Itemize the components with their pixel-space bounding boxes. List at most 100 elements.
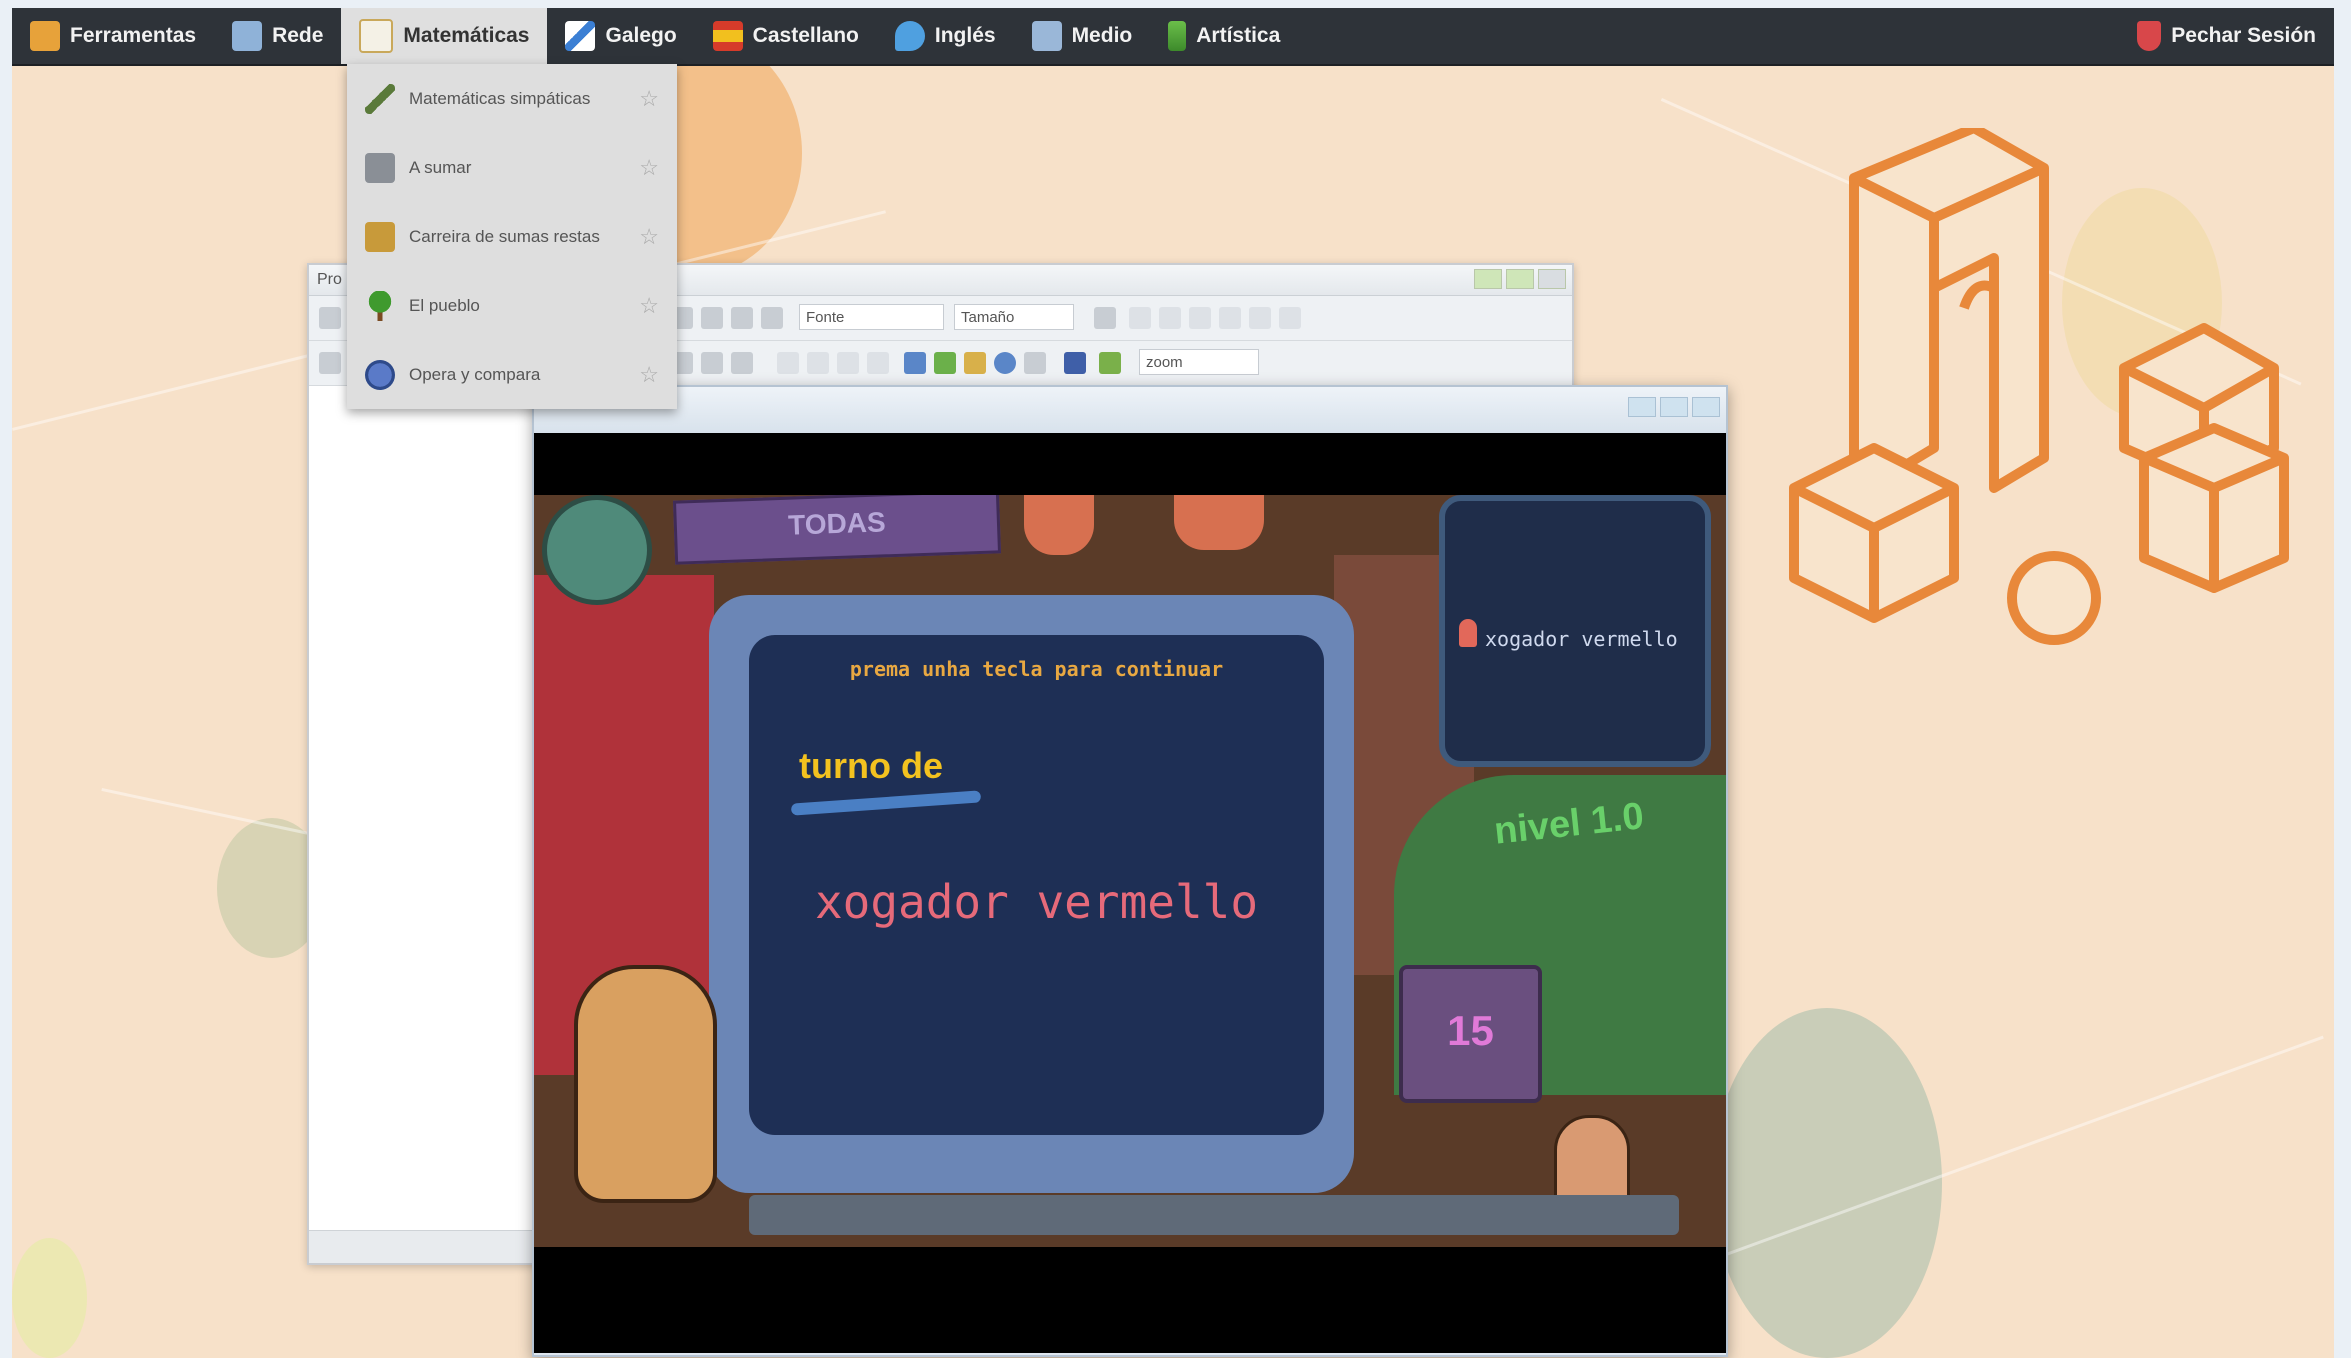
dropdown-item-label: Matemáticas simpáticas <box>409 88 591 108</box>
video-player[interactable]: TODAS prema unha tecla para continuar tu… <box>534 433 1726 1353</box>
game-sign-text: TODAS <box>787 506 887 541</box>
current-player-name: xogador vermello <box>814 875 1259 929</box>
image-icon[interactable] <box>934 352 956 374</box>
game-sign: TODAS <box>672 495 1002 565</box>
side-player-name: xogador vermello <box>1485 627 1678 651</box>
maximize-button[interactable] <box>1660 397 1688 417</box>
horizontal-rule-icon[interactable] <box>1024 352 1046 374</box>
menu-rede-label: Rede <box>272 24 324 47</box>
table-col-icon[interactable] <box>1189 307 1211 329</box>
english-icon <box>894 21 925 51</box>
logout-label: Pechar Sesión <box>2171 24 2316 47</box>
globe-icon <box>365 359 395 390</box>
cut-icon[interactable] <box>319 352 341 374</box>
dropdown-item-carreira[interactable]: Carreira de sumas restas ☆ <box>347 202 677 271</box>
menu-artistica[interactable]: Artística <box>1150 8 1298 64</box>
editor-title: Pro <box>317 271 342 288</box>
game-scene[interactable]: TODAS prema unha tecla para continuar tu… <box>534 495 1726 1247</box>
indent-icon[interactable] <box>701 352 723 374</box>
menu-matematicas[interactable]: Matemáticas <box>341 8 548 64</box>
align-right-icon[interactable] <box>731 307 753 329</box>
menu-ingles-label: Inglés <box>934 24 996 47</box>
video-window-buttons <box>1628 397 1720 417</box>
dropdown-item-matematicas-simpaticas[interactable]: Matemáticas simpáticas ☆ <box>347 64 677 133</box>
menu-medio-label: Medio <box>1071 24 1133 47</box>
star-icon[interactable]: ☆ <box>639 155 659 181</box>
music-icon <box>1168 21 1187 51</box>
table-row-icon[interactable] <box>1159 307 1181 329</box>
dropdown-item-el-pueblo[interactable]: El pueblo ☆ <box>347 271 677 340</box>
paste-icon[interactable] <box>1094 307 1116 329</box>
close-button[interactable] <box>1692 397 1720 417</box>
undo-icon[interactable] <box>777 352 799 374</box>
pencil-icon <box>365 83 395 114</box>
menu-galego[interactable]: Galego <box>547 8 694 64</box>
link-icon[interactable] <box>837 352 859 374</box>
zoom-select[interactable]: zoom <box>1139 349 1259 375</box>
dropdown-item-a-sumar[interactable]: A sumar ☆ <box>347 133 677 202</box>
table-delete-icon[interactable] <box>1279 307 1301 329</box>
environment-icon <box>1031 21 1062 51</box>
minimize-button[interactable] <box>1474 269 1502 289</box>
menu-castellano[interactable]: Castellano <box>695 8 877 64</box>
shield-icon <box>2137 21 2162 51</box>
text-color-icon[interactable] <box>1064 352 1086 374</box>
help-icon[interactable] <box>994 352 1016 374</box>
editor-window-buttons <box>1474 269 1566 289</box>
font-select[interactable]: Fonte <box>799 304 944 330</box>
continue-prompt: prema unha tecla para continuar <box>849 657 1224 681</box>
anchor-icon[interactable] <box>904 352 926 374</box>
menu-galego-label: Galego <box>605 24 677 47</box>
menu-ferramentas[interactable]: Ferramentas <box>12 8 214 64</box>
maximize-button[interactable] <box>1506 269 1534 289</box>
left-character <box>574 965 717 1203</box>
tv-screen: prema unha tecla para continuar turno de… <box>749 635 1324 1135</box>
player-pawn-icon <box>1459 619 1477 647</box>
desktop: Ferramentas Rede Matemáticas Galego Cast… <box>12 8 2334 1358</box>
align-center-icon[interactable] <box>701 307 723 329</box>
logo-cubes-icon <box>1789 128 2289 645</box>
menu-artistica-label: Artística <box>1196 24 1281 47</box>
star-icon[interactable]: ☆ <box>639 362 659 388</box>
justify-icon[interactable] <box>761 307 783 329</box>
table-merge-icon[interactable] <box>1219 307 1241 329</box>
video-window: TODAS prema unha tecla para continuar tu… <box>532 385 1728 1357</box>
size-select[interactable]: Tamaño <box>954 304 1074 330</box>
counter-value: 15 <box>1447 1007 1494 1054</box>
dropdown-item-label: A sumar <box>409 157 472 177</box>
bench <box>749 1195 1679 1235</box>
background-blob <box>1712 1008 1942 1358</box>
unlink-icon[interactable] <box>867 352 889 374</box>
calculator-icon <box>365 152 395 183</box>
cleanup-icon[interactable] <box>964 352 986 374</box>
table-icon[interactable] <box>1129 307 1151 329</box>
dropdown-item-label: Opera y compara <box>409 364 541 384</box>
menu-ingles[interactable]: Inglés <box>877 8 1014 64</box>
matematicas-dropdown: Matemáticas simpáticas ☆ A sumar ☆ Carre… <box>347 64 677 409</box>
menu-rede[interactable]: Rede <box>214 8 341 64</box>
highlight-color-icon[interactable] <box>1099 352 1121 374</box>
redo-icon[interactable] <box>807 352 829 374</box>
table-split-icon[interactable] <box>1249 307 1271 329</box>
video-titlebar[interactable] <box>534 387 1726 433</box>
tree-icon <box>365 290 395 321</box>
counter-box: 15 <box>1399 965 1542 1103</box>
hand-icon <box>1174 495 1264 550</box>
turn-underline <box>790 790 982 816</box>
star-icon[interactable]: ☆ <box>639 293 659 319</box>
logout-button[interactable]: Pechar Sesión <box>2119 8 2334 64</box>
minimize-button[interactable] <box>1628 397 1656 417</box>
dropdown-item-opera-y-compara[interactable]: Opera y compara ☆ <box>347 340 677 409</box>
tools-icon <box>30 21 60 51</box>
star-icon[interactable]: ☆ <box>639 86 659 112</box>
race-icon <box>365 221 395 252</box>
side-screen: xogador vermello <box>1439 495 1711 767</box>
star-icon[interactable]: ☆ <box>639 224 659 250</box>
new-document-icon[interactable] <box>319 307 341 329</box>
close-button[interactable] <box>1538 269 1566 289</box>
galician-flag-icon <box>565 21 596 51</box>
menu-ferramentas-label: Ferramentas <box>70 24 197 47</box>
blockquote-icon[interactable] <box>731 352 753 374</box>
menu-matematicas-label: Matemáticas <box>403 24 530 47</box>
menu-medio[interactable]: Medio <box>1014 8 1151 64</box>
